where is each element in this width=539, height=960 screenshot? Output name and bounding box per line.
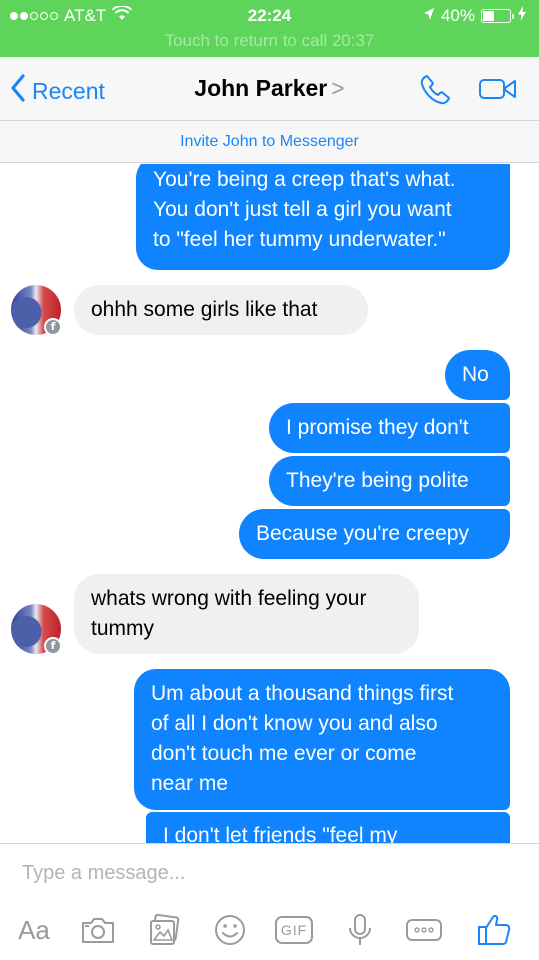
message-line: whats wrong with feeling your xyxy=(91,587,367,610)
contact-name-title[interactable]: John Parker > xyxy=(0,75,539,102)
microphone-icon[interactable] xyxy=(342,912,378,948)
battery-percent: 40% xyxy=(440,6,475,25)
phone-icon[interactable] xyxy=(418,73,452,112)
message-bubble-outgoing[interactable]: They're being polite xyxy=(269,456,510,506)
message-bubble-incoming[interactable]: ohhh some girls like that xyxy=(74,285,368,335)
battery-icon xyxy=(481,9,514,23)
message-line: You're being a creep that's what. xyxy=(153,168,456,191)
message-line: No xyxy=(462,363,489,386)
message-line: You don't just tell a girl you want xyxy=(153,198,452,221)
chevron-right-icon: > xyxy=(331,75,345,101)
facebook-badge-icon: f xyxy=(44,318,62,336)
thumbs-up-icon[interactable] xyxy=(474,912,514,948)
camera-icon[interactable] xyxy=(78,912,118,948)
facebook-badge-icon: f xyxy=(44,637,62,655)
contact-name: John Parker xyxy=(194,75,328,101)
composer-toolbar: Aa GIF xyxy=(0,912,539,948)
gif-icon[interactable]: GIF xyxy=(272,912,316,948)
message-line: don't touch me ever or come xyxy=(151,742,417,765)
message-bubble-outgoing[interactable]: Um about a thousand things first of all … xyxy=(134,669,510,810)
invite-to-messenger-link[interactable]: Invite John to Messenger xyxy=(0,121,539,163)
message-line: tummy xyxy=(91,617,154,640)
photo-icon[interactable] xyxy=(144,912,184,948)
video-camera-icon[interactable] xyxy=(478,77,518,106)
message-line: Because you're creepy xyxy=(256,522,469,545)
location-arrow-icon xyxy=(423,6,435,26)
message-thread[interactable]: You're being a creep that's what. You do… xyxy=(0,164,539,843)
message-bubble-outgoing[interactable]: You're being a creep that's what. You do… xyxy=(136,164,510,270)
message-line: Um about a thousand things first xyxy=(151,682,454,705)
message-input[interactable] xyxy=(22,862,502,885)
charging-icon xyxy=(517,6,527,26)
message-composer: Aa GIF xyxy=(0,843,539,960)
message-line: near me xyxy=(151,772,229,795)
message-bubble-outgoing[interactable]: Because you're creepy xyxy=(239,509,510,559)
message-bubble-outgoing[interactable]: I don't let friends "feel my xyxy=(146,812,510,843)
message-line: ohhh some girls like that xyxy=(91,298,318,321)
message-bubble-outgoing[interactable]: I promise they don't xyxy=(269,403,510,453)
message-line: of all I don't know you and also xyxy=(151,712,438,735)
return-to-call-banner[interactable]: Touch to return to call 20:37 xyxy=(0,31,539,51)
emoji-icon[interactable] xyxy=(210,912,250,948)
message-bubble-incoming[interactable]: whats wrong with feeling your tummy xyxy=(74,574,419,654)
more-icon[interactable] xyxy=(404,912,444,948)
text-format-button[interactable]: Aa xyxy=(14,912,54,948)
message-bubble-outgoing[interactable]: No xyxy=(445,350,510,400)
message-line: I promise they don't xyxy=(286,416,469,439)
status-bar: AT&T 22:24 40% Touch to return to call 2… xyxy=(0,0,539,57)
message-line: They're being polite xyxy=(286,469,469,492)
battery-level xyxy=(483,11,495,21)
gif-label: GIF xyxy=(280,922,308,938)
message-line: I don't let friends "feel my xyxy=(163,824,398,843)
conversation-header: Recent John Parker > xyxy=(0,57,539,121)
message-line: to "feel her tummy underwater." xyxy=(153,228,446,251)
